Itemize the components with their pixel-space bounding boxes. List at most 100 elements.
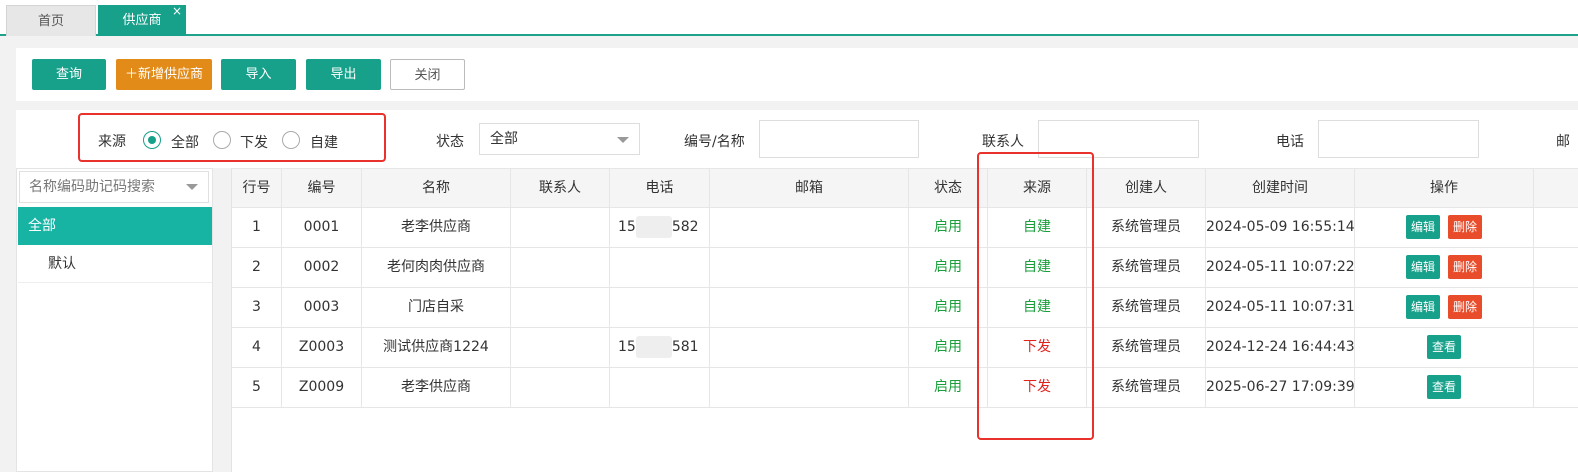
cell-row-no: 5 [232,368,282,407]
cell-contact [511,368,610,407]
cell-source: 下发 [988,328,1087,367]
cell-row-no: 3 [232,288,282,327]
code-name-input[interactable] [759,120,919,158]
phone-label: 电话 [1276,134,1304,150]
cell-email [710,288,909,327]
status-select-value: 全部 [490,131,518,147]
close-button[interactable]: 关闭 [390,59,465,90]
import-button[interactable]: 导入 [221,59,296,90]
cell-email [710,248,909,287]
cell-creator: 系统管理员 [1087,328,1206,367]
cell-created: 2024-12-24 16:44:43 [1206,328,1355,367]
delete-button[interactable]: 删除 [1448,295,1483,319]
table-row: 1 0001 老李供应商 15 582 启用 自建 系统管理员 2024-05-0… [232,208,1578,248]
cell-creator: 系统管理员 [1087,248,1206,287]
status-label: 状态 [436,134,464,150]
source-radio-all[interactable] [143,131,161,149]
table-row: 3 0003 门店自采 启用 自建 系统管理员 2024-05-11 10:07… [232,288,1578,328]
supplier-table: 行号 编号 名称 联系人 电话 邮箱 状态 来源 创建人 创建时间 操作 1 0… [231,168,1578,472]
redacted-block [635,216,672,238]
toolbar: 查询 ＋新增供应商 导入 导出 关闭 [16,48,1578,101]
cell-created: 2024-05-11 10:07:22 [1206,248,1355,287]
contact-label: 联系人 [982,134,1024,150]
contact-input[interactable] [1038,120,1199,158]
cell-status: 启用 [909,368,988,407]
cell-name: 老李供应商 [362,368,511,407]
category-tree: 名称编码助记码搜索 全部 默认 [16,168,213,472]
edit-button[interactable]: 编辑 [1405,215,1440,239]
tab-home-label: 首页 [37,14,64,29]
header-name: 名称 [362,169,511,208]
cell-contact [511,208,610,247]
cell-contact [511,328,610,367]
cell-row-no: 2 [232,248,282,287]
cell-created: 2025-06-27 17:09:39 [1206,368,1355,407]
close-icon[interactable]: × [172,0,182,27]
export-button[interactable]: 导出 [306,59,381,90]
cell-row-no: 1 [232,208,282,247]
edit-button[interactable]: 编辑 [1405,255,1440,279]
table-header: 行号 编号 名称 联系人 电话 邮箱 状态 来源 创建人 创建时间 操作 [232,168,1578,208]
delete-button[interactable]: 删除 [1448,255,1483,279]
table-row: 4 Z0003 测试供应商1224 15 581 启用 下发 系统管理员 2024… [232,328,1578,368]
cell-actions: 编辑 删除 [1355,288,1534,327]
header-code: 编号 [282,169,362,208]
tree-item-default[interactable]: 默认 [18,245,212,283]
cell-name: 老李供应商 [362,208,511,247]
cell-created: 2024-05-11 10:07:31 [1206,288,1355,327]
chevron-down-icon [617,137,629,143]
cell-source: 下发 [988,368,1087,407]
header-phone: 电话 [610,169,710,208]
cell-contact [511,288,610,327]
header-created: 创建时间 [1206,169,1355,208]
cell-source: 自建 [988,288,1087,327]
cell-name: 测试供应商1224 [362,328,511,367]
cell-code: 0003 [282,288,362,327]
cell-actions: 查看 [1355,328,1534,367]
cell-code: Z0003 [282,328,362,367]
cell-email [710,328,909,367]
phone-suffix: 582 [671,219,699,235]
tree-search-select[interactable]: 名称编码助记码搜索 [19,171,209,203]
cell-creator: 系统管理员 [1087,208,1206,247]
source-label: 来源 [98,134,126,150]
cell-phone: 15 581 [610,328,710,367]
tab-home[interactable]: 首页 [6,5,96,36]
tree-search-placeholder: 名称编码助记码搜索 [29,179,155,195]
email-label: 邮 [1556,134,1570,150]
tab-bar: 首页 供应商 × [0,0,1578,36]
edit-button[interactable]: 编辑 [1405,295,1440,319]
cell-source: 自建 [988,248,1087,287]
cell-phone [610,368,710,407]
header-contact: 联系人 [511,169,610,208]
view-button[interactable]: 查看 [1426,335,1461,359]
tab-supplier[interactable]: 供应商 × [98,4,186,36]
table-row: 2 0002 老何肉肉供应商 启用 自建 系统管理员 2024-05-11 10… [232,248,1578,288]
source-option-self: 自建 [310,135,338,151]
tree-item-all[interactable]: 全部 [18,207,212,245]
cell-actions: 编辑 删除 [1355,208,1534,247]
table-row: 5 Z0009 老李供应商 启用 下发 系统管理员 2025-06-27 17:… [232,368,1578,408]
cell-phone [610,248,710,287]
source-radio-issued[interactable] [213,131,231,149]
header-actions: 操作 [1355,169,1534,208]
cell-email [710,208,909,247]
phone-prefix: 15 [618,339,636,355]
source-radio-self[interactable] [282,131,300,149]
cell-source: 自建 [988,208,1087,247]
delete-button[interactable]: 删除 [1448,215,1483,239]
cell-creator: 系统管理员 [1087,368,1206,407]
source-option-issued: 下发 [240,135,268,151]
view-button[interactable]: 查看 [1426,375,1461,399]
cell-status: 启用 [909,208,988,247]
phone-input[interactable] [1318,120,1479,158]
cell-created: 2024-05-09 16:55:14 [1206,208,1355,247]
cell-creator: 系统管理员 [1087,288,1206,327]
add-supplier-button[interactable]: ＋新增供应商 [116,59,212,90]
cell-status: 启用 [909,248,988,287]
cell-phone [610,288,710,327]
cell-code: 0002 [282,248,362,287]
query-button[interactable]: 查询 [32,59,106,90]
cell-contact [511,248,610,287]
status-select[interactable]: 全部 [479,123,640,155]
